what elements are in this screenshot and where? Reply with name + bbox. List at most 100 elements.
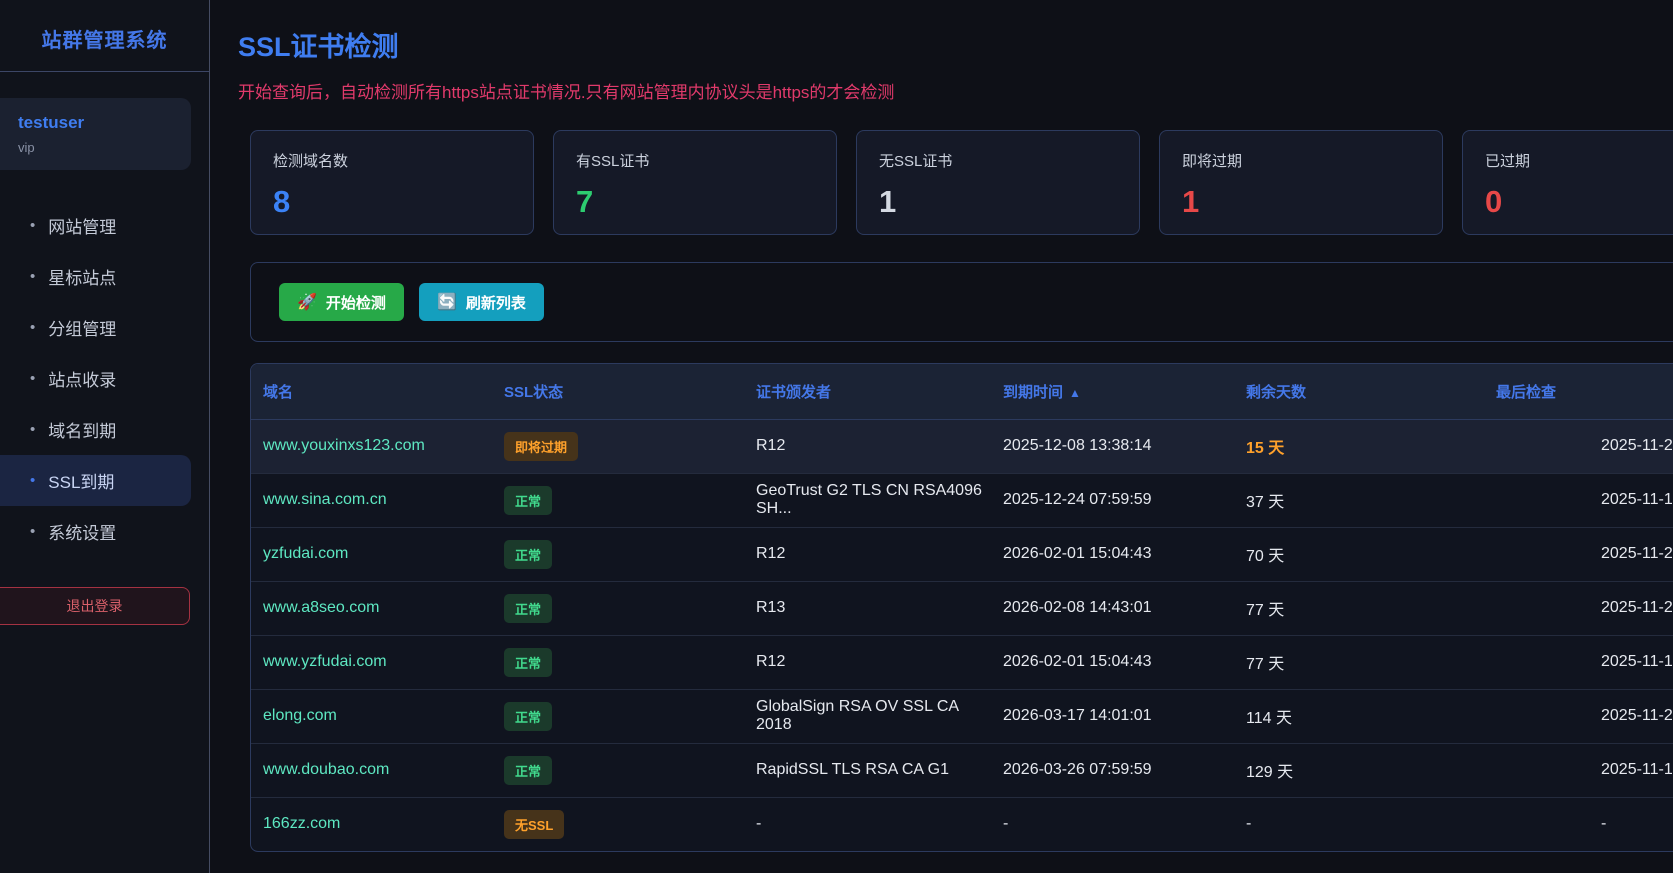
sidebar-item-starred-sites[interactable]: • 星标站点	[0, 251, 191, 302]
bullet-icon: •	[30, 472, 35, 489]
table-row: www.a8seo.com 正常 R13 2026-02-08 14:43:01…	[251, 581, 1673, 635]
bullet-icon: •	[30, 217, 35, 234]
issuer-cell: GlobalSign RSA OV SSL CA 2018	[744, 689, 991, 743]
expires-cell: 2026-03-26 07:59:59	[991, 743, 1234, 797]
issuer-cell: RapidSSL TLS RSA CA G1	[744, 743, 991, 797]
stat-label: 已过期	[1485, 150, 1673, 171]
last-check-cell: -	[1484, 797, 1673, 851]
issuer-cell: R12	[744, 527, 991, 581]
table-row: www.yzfudai.com 正常 R12 2026-02-01 15:04:…	[251, 635, 1673, 689]
days-left-cell: 77 天	[1234, 581, 1484, 635]
domain-link[interactable]: www.youxinxs123.com	[263, 437, 425, 454]
start-detect-label: 开始检测	[326, 292, 386, 313]
days-left-cell: 77 天	[1234, 635, 1484, 689]
sidebar-item-site-indexing[interactable]: • 站点收录	[0, 353, 191, 404]
table-row: www.doubao.com 正常 RapidSSL TLS RSA CA G1…	[251, 743, 1673, 797]
refresh-list-button[interactable]: 🔄 刷新列表	[419, 283, 544, 321]
logout-button[interactable]: 退出登录	[0, 587, 190, 625]
expires-cell: 2025-12-24 07:59:59	[991, 473, 1234, 527]
sort-asc-icon: ▲	[1069, 386, 1081, 400]
bullet-icon: •	[30, 370, 35, 387]
stat-label: 无SSL证书	[879, 150, 1117, 171]
table-row: 166zz.com 无SSL - - - -	[251, 797, 1673, 851]
sidebar-item-system-settings[interactable]: • 系统设置	[0, 506, 191, 557]
table-row: www.sina.com.cn 正常 GeoTrust G2 TLS CN RS…	[251, 473, 1673, 527]
start-detect-button[interactable]: 🚀 开始检测	[279, 283, 404, 321]
column-header-0[interactable]: 域名	[251, 364, 492, 419]
bullet-icon: •	[30, 319, 35, 336]
last-check-cell: 2025-11-23	[1484, 527, 1673, 581]
days-left-cell: 37 天	[1234, 473, 1484, 527]
sidebar-item-site-management[interactable]: • 网站管理	[0, 200, 191, 251]
days-left-cell: 129 天	[1234, 743, 1484, 797]
ssl-status-badge: 即将过期	[504, 432, 578, 461]
table-header-row: 域名SSL状态证书颁发者到期时间▲剩余天数最后检查	[251, 364, 1673, 419]
days-left-cell: 70 天	[1234, 527, 1484, 581]
sidebar-item-group-management[interactable]: • 分组管理	[0, 302, 191, 353]
expires-cell: 2026-02-01 15:04:43	[991, 527, 1234, 581]
stat-value: 1	[1182, 184, 1420, 220]
last-check-cell: 2025-11-16	[1484, 635, 1673, 689]
toolbar-panel: 🚀 开始检测 🔄 刷新列表	[250, 262, 1673, 342]
column-header-5[interactable]: 最后检查	[1484, 364, 1673, 419]
stat-label: 即将过期	[1182, 150, 1420, 171]
stat-label: 有SSL证书	[576, 150, 814, 171]
expires-cell: 2026-02-08 14:43:01	[991, 581, 1234, 635]
stat-card-detected-domains: 检测域名数 8	[250, 130, 534, 235]
column-header-3[interactable]: 到期时间▲	[991, 364, 1234, 419]
ssl-status-badge: 正常	[504, 594, 552, 623]
bullet-icon: •	[30, 421, 35, 438]
ssl-table: 域名SSL状态证书颁发者到期时间▲剩余天数最后检查 www.youxinxs12…	[251, 364, 1673, 851]
stat-value: 7	[576, 184, 814, 220]
table-row: www.youxinxs123.com 即将过期 R12 2025-12-08 …	[251, 419, 1673, 473]
ssl-status-badge: 正常	[504, 648, 552, 677]
page-title: SSL证书检测	[238, 25, 1673, 64]
app-title: 站群管理系统	[0, 0, 209, 71]
stat-card-without-ssl: 无SSL证书 1	[856, 130, 1140, 235]
domain-link[interactable]: www.sina.com.cn	[263, 491, 387, 508]
column-header-2[interactable]: 证书颁发者	[744, 364, 991, 419]
domain-link[interactable]: www.yzfudai.com	[263, 653, 387, 670]
stat-value: 0	[1485, 184, 1673, 220]
domain-link[interactable]: 166zz.com	[263, 815, 340, 832]
column-header-4[interactable]: 剩余天数	[1234, 364, 1484, 419]
column-header-1[interactable]: SSL状态	[492, 364, 744, 419]
refresh-icon: 🔄	[437, 292, 457, 312]
issuer-cell: GeoTrust G2 TLS CN RSA4096 SH...	[744, 473, 991, 527]
sidebar-divider	[0, 71, 209, 72]
refresh-list-label: 刷新列表	[466, 292, 526, 313]
page-subtitle: 开始查询后，自动检测所有https站点证书情况.只有网站管理内协议头是https…	[238, 78, 1673, 103]
sidebar: 站群管理系统 testuser vip • 网站管理 • 星标站点 • 分组管理…	[0, 0, 210, 873]
stat-card-expiring-soon: 即将过期 1	[1159, 130, 1443, 235]
ssl-status-badge: 无SSL	[504, 810, 564, 839]
days-left-cell: 15 天	[1234, 419, 1484, 473]
last-check-cell: 2025-11-23	[1484, 419, 1673, 473]
days-left-cell: 114 天	[1234, 689, 1484, 743]
domain-link[interactable]: yzfudai.com	[263, 545, 348, 562]
user-card: testuser vip	[0, 98, 191, 170]
last-check-cell: 2025-11-16	[1484, 743, 1673, 797]
issuer-cell: R12	[744, 635, 991, 689]
ssl-status-badge: 正常	[504, 756, 552, 785]
issuer-cell: R13	[744, 581, 991, 635]
user-role-badge: vip	[18, 140, 173, 155]
days-left-cell: -	[1234, 797, 1484, 851]
stat-value: 1	[879, 184, 1117, 220]
main-content: SSL证书检测 开始查询后，自动检测所有https站点证书情况.只有网站管理内协…	[210, 0, 1673, 873]
app-window: 站群管理系统 testuser vip • 网站管理 • 星标站点 • 分组管理…	[0, 0, 1673, 873]
domain-link[interactable]: elong.com	[263, 707, 337, 724]
ssl-table-panel: 域名SSL状态证书颁发者到期时间▲剩余天数最后检查 www.youxinxs12…	[250, 363, 1673, 852]
rocket-icon: 🚀	[297, 292, 317, 312]
table-body: www.youxinxs123.com 即将过期 R12 2025-12-08 …	[251, 419, 1673, 851]
stat-label: 检测域名数	[273, 150, 511, 171]
domain-link[interactable]: www.doubao.com	[263, 761, 389, 778]
username: testuser	[18, 113, 173, 133]
expires-cell: 2026-03-17 14:01:01	[991, 689, 1234, 743]
stats-row: 检测域名数 8 有SSL证书 7 无SSL证书 1 即将过期 1 已过期 0	[250, 130, 1673, 235]
sidebar-item-ssl-expiry[interactable]: • SSL到期	[0, 455, 191, 506]
issuer-cell: -	[744, 797, 991, 851]
sidebar-item-domain-expiry[interactable]: • 域名到期	[0, 404, 191, 455]
ssl-status-badge: 正常	[504, 486, 552, 515]
domain-link[interactable]: www.a8seo.com	[263, 599, 380, 616]
last-check-cell: 2025-11-23	[1484, 689, 1673, 743]
